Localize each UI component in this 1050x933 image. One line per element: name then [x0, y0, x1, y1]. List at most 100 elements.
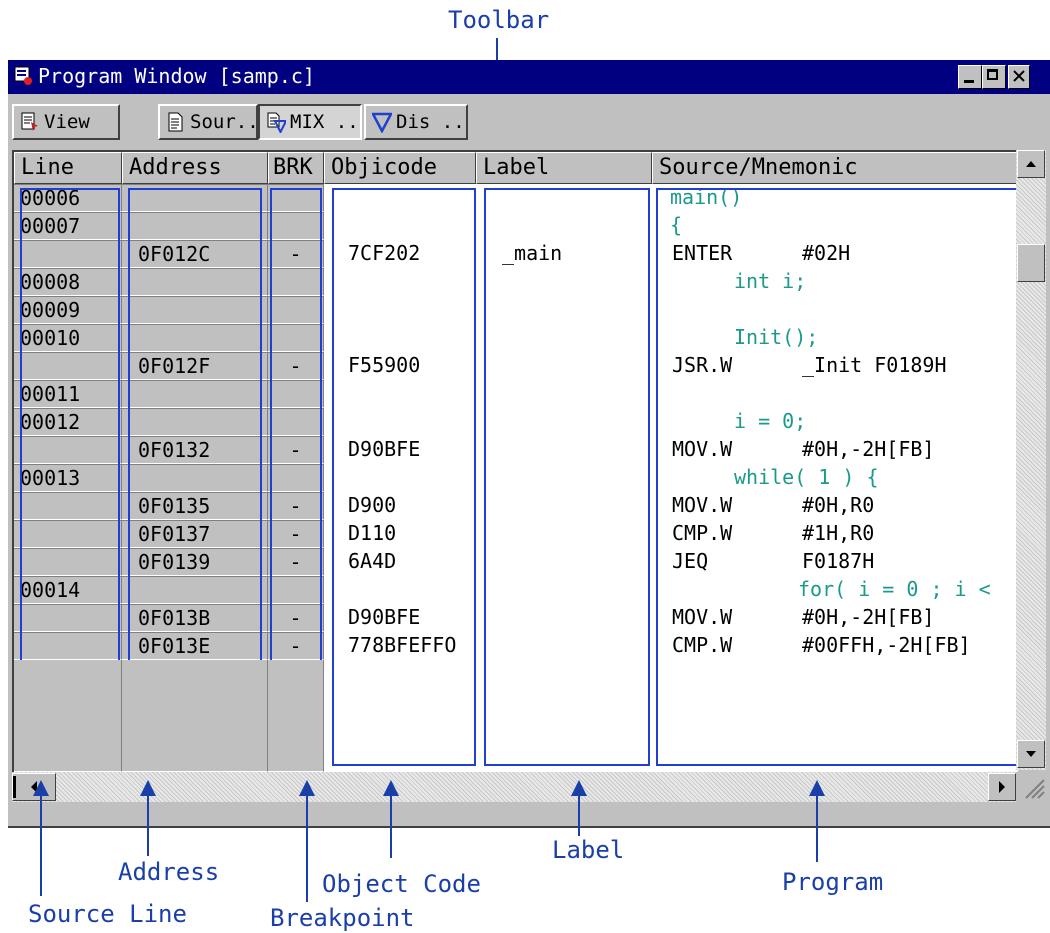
label-cell — [476, 632, 652, 660]
objcode-cell: D90BFE — [348, 605, 421, 629]
breakpoint-cell[interactable]: - — [268, 520, 324, 548]
scroll-right-button[interactable] — [988, 773, 1016, 801]
source-mode-button[interactable]: Sour... — [158, 104, 258, 140]
mnemonic-cell: JSR.W — [672, 353, 733, 377]
annotation-label-arrow — [571, 780, 587, 796]
annotation-source-line-arrow — [33, 780, 49, 796]
vertical-scroll-thumb[interactable] — [1017, 244, 1045, 282]
scroll-up-button[interactable] — [1017, 150, 1045, 178]
maximize-button[interactable] — [982, 65, 1006, 89]
source-cell: for( i = 0 ; i < — [798, 577, 991, 601]
breakpoint-cell[interactable] — [268, 576, 324, 604]
disassembly-mode-button[interactable]: Dis ... — [364, 104, 468, 140]
column-header-address[interactable]: Address — [122, 152, 268, 184]
breakpoint-cell[interactable] — [268, 408, 324, 436]
breakpoint-cell[interactable] — [268, 296, 324, 324]
label-cell — [476, 492, 652, 520]
source-cell: main() — [670, 185, 743, 209]
objcode-cell — [324, 268, 476, 296]
mnemonic-cell: CMP.W — [672, 521, 733, 545]
vertical-scrollbar[interactable] — [1016, 150, 1046, 770]
objcode-cell — [324, 296, 476, 324]
arrow-up-icon — [1026, 161, 1036, 167]
close-button[interactable] — [1008, 65, 1030, 89]
horizontal-scrollbar[interactable] — [12, 772, 1016, 802]
address-cell — [122, 268, 268, 296]
annotation-address-line — [147, 796, 149, 856]
breakpoint-cell[interactable]: - — [268, 604, 324, 632]
column-header-line[interactable]: Line — [14, 152, 122, 184]
view-icon — [21, 112, 38, 131]
line-number-cell — [14, 520, 122, 548]
view-button[interactable]: View — [12, 104, 120, 140]
title-bar: Program Window [samp.c] — [8, 60, 1050, 94]
operand-cell: #02H — [802, 241, 851, 265]
breakpoint-cell[interactable]: - — [268, 492, 324, 520]
breakpoint-cell[interactable] — [268, 268, 324, 296]
mix-mode-button[interactable]: MIX ... — [258, 104, 362, 140]
address-cell — [122, 576, 268, 604]
line-number-cell — [14, 604, 122, 632]
address-cell — [122, 324, 268, 352]
size-grip[interactable] — [1018, 772, 1046, 802]
annotation-toolbar: Toolbar — [448, 6, 550, 34]
address-cell: 0F013E — [122, 632, 268, 660]
breakpoint-cell[interactable]: - — [268, 240, 324, 268]
operand-cell: #1H,R0 — [802, 521, 875, 545]
column-header-label[interactable]: Label — [476, 152, 652, 184]
address-cell: 0F0135 — [122, 492, 268, 520]
operand-cell: #0H,R0 — [802, 493, 875, 517]
minimize-button[interactable] — [958, 65, 982, 89]
line-number-cell: 00012 — [14, 408, 122, 436]
line-number-cell — [14, 632, 122, 660]
annotation-label: Label — [552, 836, 625, 864]
line-number-cell — [14, 548, 122, 576]
objcode-cell — [324, 380, 476, 408]
line-number-cell: 00011 — [14, 380, 122, 408]
address-cell — [122, 408, 268, 436]
column-header-source[interactable]: Source/Mnemonic — [652, 152, 1018, 184]
objcode-cell: 778BFEFFO — [348, 633, 457, 657]
breakpoint-cell[interactable] — [268, 184, 324, 212]
label-cell — [476, 548, 652, 576]
line-number-cell: 00007 — [14, 212, 122, 240]
column-header-objcode[interactable]: Objicode — [324, 152, 476, 184]
annotation-program-arrow — [809, 780, 825, 796]
program-window-icon — [14, 66, 32, 85]
objcode-cell: 6A4D — [348, 549, 397, 573]
operand-cell: #0H,-2H[FB] — [802, 437, 935, 461]
label-cell — [476, 212, 652, 240]
objcode-cell: D900 — [348, 493, 397, 517]
line-number-cell: 00009 — [14, 296, 122, 324]
address-cell — [122, 380, 268, 408]
objcode-cell — [324, 464, 476, 492]
address-cell: 0F0137 — [122, 520, 268, 548]
annotation-source-line-line — [40, 796, 42, 896]
scroll-down-button[interactable] — [1017, 740, 1045, 768]
annotation-breakpoint-line — [306, 796, 308, 902]
objcode-cell — [324, 408, 476, 436]
source-cell: int i; — [734, 269, 807, 293]
breakpoint-cell[interactable]: - — [268, 548, 324, 576]
line-number-cell — [14, 240, 122, 268]
address-cell: 0F012C — [122, 240, 268, 268]
column-header-brk[interactable]: BRK — [268, 152, 324, 184]
program-window: Program Window [samp.c] View Sour... — [8, 60, 1050, 828]
breakpoint-cell[interactable] — [268, 380, 324, 408]
size-grip-icon — [1025, 779, 1045, 799]
objcode-cell — [324, 324, 476, 352]
breakpoint-cell[interactable] — [268, 212, 324, 240]
breakpoint-cell[interactable] — [268, 324, 324, 352]
grid-filler-line — [14, 660, 122, 772]
label-cell — [476, 352, 652, 380]
breakpoint-cell[interactable]: - — [268, 352, 324, 380]
source-cell: Init(); — [734, 325, 819, 349]
breakpoint-cell[interactable]: - — [268, 436, 324, 464]
mix-icon — [267, 112, 286, 133]
breakpoint-cell[interactable] — [268, 464, 324, 492]
label-cell — [476, 408, 652, 436]
objcode-cell: D90BFE — [348, 437, 421, 461]
line-number-cell — [14, 352, 122, 380]
breakpoint-cell[interactable]: - — [268, 632, 324, 660]
arrow-down-icon — [1026, 751, 1036, 757]
